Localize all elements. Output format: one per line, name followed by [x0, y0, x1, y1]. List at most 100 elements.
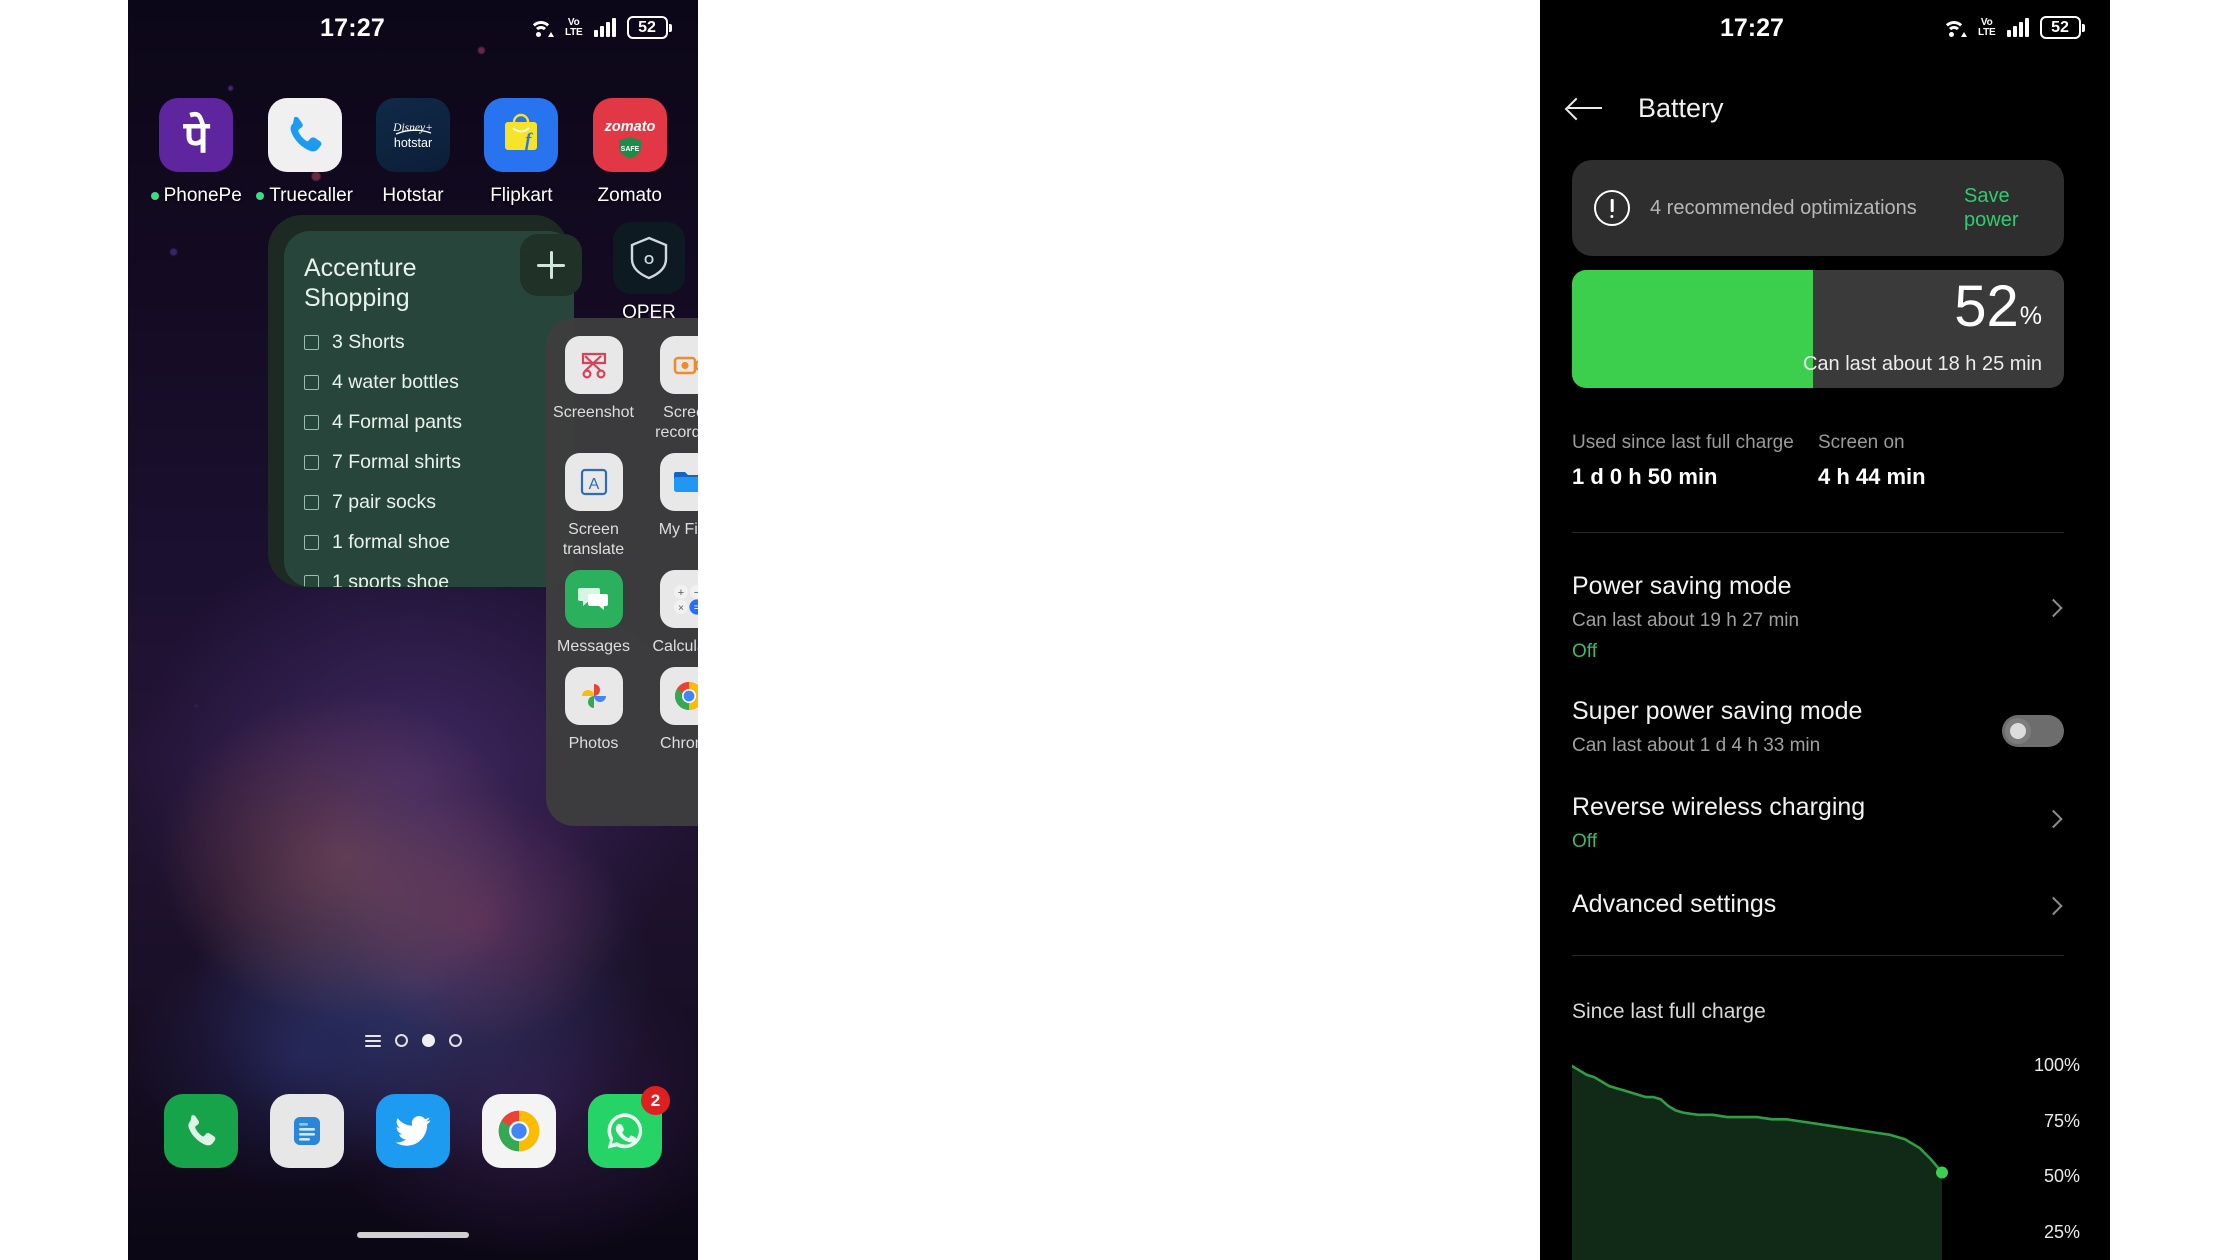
battery-percent-big: 52% [1954, 274, 2042, 339]
shortcut-messages[interactable]: Messages [546, 570, 641, 657]
hamburger-icon[interactable] [364, 1034, 381, 1047]
notification-badge: 2 [641, 1086, 670, 1115]
shortcut-calculator[interactable]: + − × = Calculator [641, 570, 698, 657]
page-dot[interactable] [448, 1034, 462, 1047]
shortcut-label: Screen translate [562, 521, 625, 558]
status-badge: Off [1572, 831, 1597, 852]
shortcut-label: Screen recording [655, 404, 698, 441]
dock-phone[interactable] [164, 1094, 238, 1168]
app-label: Truecaller [256, 185, 353, 207]
dock: 2 [128, 1086, 698, 1168]
battery-percent-label: 52 [2039, 16, 2081, 39]
row-advanced-settings[interactable]: Advanced settings [1572, 890, 2064, 919]
optimization-text: 4 recommended optimizations [1650, 196, 1917, 219]
battery-percent-label: 52 [626, 16, 668, 39]
svg-text:=: = [693, 602, 698, 614]
center-gap [698, 0, 1540, 1260]
divider [1572, 955, 2064, 956]
shortcut-screenshot[interactable]: Screenshot [546, 336, 641, 443]
shortcut-my-files[interactable]: My Files [641, 453, 698, 560]
shortcut-chrome[interactable]: Chrome [641, 667, 698, 754]
chart-plot-area: 100% 75% 50% 25% [1572, 1055, 2080, 1260]
optimization-banner[interactable]: 4 recommended optimizations Save power [1572, 160, 2064, 256]
warning-circle-icon [1594, 190, 1630, 226]
svg-text:−: − [693, 587, 698, 599]
app-oper-icon[interactable]: O [613, 222, 685, 294]
right-phone-battery-settings: 17:27 Vo LTE 52 Battery 4 recommended op… [1540, 0, 2110, 1260]
running-dot-icon [150, 192, 159, 200]
app-flipkart[interactable]: f Flipkart [474, 98, 568, 207]
svg-text:SAFE: SAFE [620, 146, 639, 153]
settings-header: Battery [1540, 76, 2110, 140]
app-hotstar[interactable]: Disney+ hotstar Hotstar [366, 98, 460, 207]
shortcut-label: Photos [568, 735, 619, 752]
left-margin [0, 0, 128, 1260]
battery-status-icon: 52 [626, 16, 672, 39]
super-power-saving-toggle[interactable] [2002, 715, 2064, 747]
chat-bubbles-icon [564, 570, 623, 628]
screenshot-stage: 17:27 Vo LTE 52 पे PhonePe Truecaller Di… [0, 0, 2240, 1260]
app-label: Flipkart [490, 185, 553, 206]
shortcut-screen-translate[interactable]: A Screen translate [546, 453, 641, 560]
shortcut-photos[interactable]: Photos [546, 667, 641, 754]
folder-icon [659, 453, 698, 511]
shortcut-label: My Files [658, 521, 698, 538]
checkbox-icon[interactable] [304, 415, 319, 430]
checkbox-icon[interactable] [304, 575, 319, 587]
app-label: Hotstar [382, 185, 444, 206]
y-axis-tick-label: 75% [2043, 1110, 2080, 1131]
left-status-bar: 17:27 Vo LTE 52 [128, 0, 698, 58]
page-dot-active[interactable] [421, 1034, 435, 1047]
chart-svg [1572, 1064, 1948, 1260]
left-phone-home-screen: 17:27 Vo LTE 52 पे PhonePe Truecaller Di… [128, 0, 698, 1260]
checkbox-icon[interactable] [304, 335, 319, 350]
save-power-button[interactable]: Save power [1964, 184, 2042, 232]
app-phonepe[interactable]: पे PhonePe [149, 98, 243, 207]
widget-title: Accenture Shopping [304, 254, 417, 312]
checkbox-icon[interactable] [304, 375, 319, 390]
back-arrow-icon[interactable] [1568, 96, 1602, 120]
list-item[interactable]: 1 formal shoe [304, 531, 554, 554]
battery-history-chart: Since last full charge 100% 75% 50% 25% [1572, 1000, 2080, 1260]
list-item[interactable]: 3 Shorts [304, 331, 554, 354]
add-widget-button[interactable] [520, 234, 582, 296]
calculator-icon: + − × = [659, 570, 698, 628]
home-indicator[interactable] [357, 1232, 469, 1238]
truecaller-icon [267, 98, 342, 172]
list-item[interactable]: 1 sports shoe [304, 571, 554, 587]
list-item[interactable]: 4 Formal pants [304, 411, 554, 434]
chrome-icon [659, 667, 698, 725]
shortcut-screen-recording[interactable]: Screen recording [641, 336, 698, 443]
dock-chrome[interactable] [482, 1094, 556, 1168]
row-reverse-wireless-charging[interactable]: Reverse wireless charging Off [1572, 793, 2064, 853]
row-super-power-saving-mode[interactable]: Super power saving mode Can last about 1… [1572, 697, 2064, 757]
wifi-icon [1942, 18, 1967, 38]
widget-checklist: 3 Shorts 4 water bottles 4 Formal pants … [304, 331, 554, 587]
video-camera-icon [659, 336, 698, 394]
letter-a-icon: A [564, 453, 623, 511]
smart-sidebar-panel[interactable]: Screenshot Screen recording [546, 318, 698, 826]
page-dot[interactable] [394, 1034, 408, 1047]
page-title: Battery [1638, 92, 1724, 123]
row-power-saving-mode[interactable]: Power saving mode Can last about 19 h 27… [1572, 572, 2064, 663]
running-dot-icon [256, 192, 265, 200]
checkbox-icon[interactable] [304, 455, 319, 470]
wifi-icon [529, 18, 554, 38]
list-item[interactable]: 7 Formal shirts [304, 451, 554, 474]
checkbox-icon[interactable] [304, 535, 319, 550]
volte-icon: Vo LTE [564, 17, 583, 38]
checkbox-icon[interactable] [304, 495, 319, 510]
signal-bars-icon [2006, 18, 2029, 37]
app-label: PhonePe [150, 185, 242, 207]
phonepe-icon: पे [159, 98, 234, 172]
dock-whatsapp[interactable]: 2 [588, 1086, 670, 1168]
app-zomato[interactable]: zomato SAFE Zomato [583, 98, 677, 207]
list-item[interactable]: 4 water bottles [304, 371, 554, 394]
dock-twitter[interactable] [376, 1094, 450, 1168]
status-time: 17:27 [320, 14, 385, 42]
app-label: Zomato [597, 185, 662, 206]
list-item[interactable]: 7 pair socks [304, 491, 554, 514]
app-truecaller[interactable]: Truecaller [256, 98, 353, 207]
dock-docs[interactable] [270, 1094, 344, 1168]
shortcut-label: Calculator [652, 638, 698, 655]
